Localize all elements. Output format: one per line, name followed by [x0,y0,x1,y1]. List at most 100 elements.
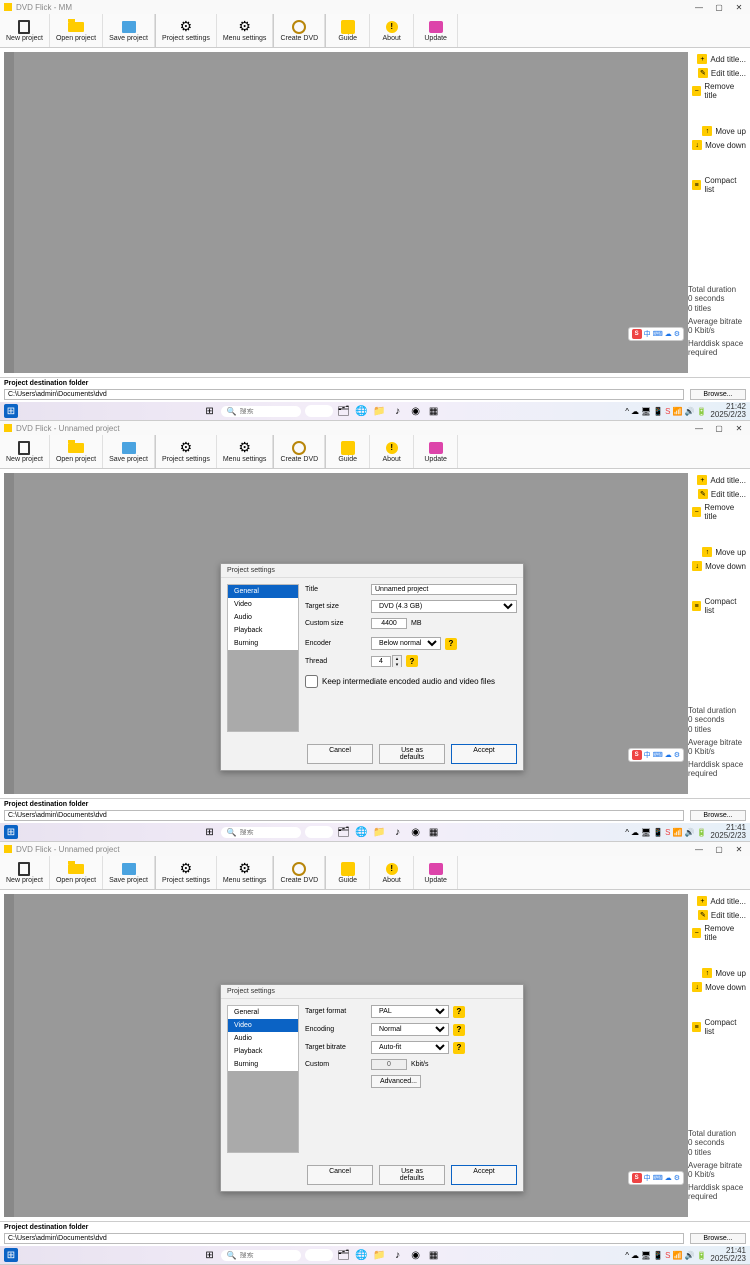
tb-chrome-icon[interactable]: ◉ [409,1248,423,1262]
tab-general[interactable]: General [228,1006,298,1019]
tray-cloud-icon[interactable]: ☁ [631,407,639,416]
ime-tray-overlay[interactable]: S中⌨☁⚙ [628,1171,684,1185]
side-move-up[interactable]: ↑Move up [690,966,748,980]
side-move-down[interactable]: ↓Move down [690,559,748,573]
titles-canvas[interactable]: S中⌨☁⚙ Project settings General Video Aud… [4,894,688,1217]
side-move-down[interactable]: ↓Move down [690,980,748,994]
system-tray[interactable]: ^☁🖥📱S📶🔊🔋 [625,828,706,837]
tb-app-icon[interactable]: ▦ [427,1248,441,1262]
ime-tray-overlay[interactable]: S中⌨☁⚙ [628,748,684,762]
tb-menu-settings[interactable]: ⚙Menu settings [217,435,274,468]
tb-new-project[interactable]: New project [0,14,50,47]
side-compact-list[interactable]: ≡Compact list [690,174,748,196]
tb-edge-icon[interactable]: 🌐 [355,404,369,418]
tab-playback[interactable]: Playback [228,624,298,637]
tb-chrome-icon[interactable]: ◉ [409,404,423,418]
tb-explorer-icon[interactable]: 📁 [373,825,387,839]
cancel-button[interactable]: Cancel [307,1165,373,1185]
search-input[interactable] [240,1252,290,1259]
search-input[interactable] [240,829,290,836]
minimize-button[interactable]: — [692,422,706,434]
tab-burning[interactable]: Burning [228,637,298,650]
tb-project-settings[interactable]: ⚙Project settings [156,14,217,47]
tray-cloud-icon[interactable]: ☁ [631,1251,639,1260]
tb-create-dvd[interactable]: Create DVD [274,435,325,468]
tray-monitor-icon[interactable]: 🖥 [641,407,651,416]
start-menu-icon[interactable]: ⊞ [203,404,217,418]
taskbar-clock[interactable]: 21:422025/2/23 [710,403,746,419]
browse-button[interactable]: Browse... [690,1233,746,1244]
tray-monitor-icon[interactable]: 🖥 [641,1251,651,1260]
help-icon[interactable]: ? [406,655,418,667]
tb-open-project[interactable]: Open project [50,435,103,468]
taskbar-search[interactable]: 🔍 [221,827,301,838]
dest-folder-input[interactable]: C:\Users\admin\Documents\dvd [4,810,684,821]
side-add-title[interactable]: +Add title... [690,473,748,487]
ime-tray-overlay[interactable]: S 中 ⌨ ☁ ⚙ [628,327,684,341]
side-move-down[interactable]: ↓Move down [690,138,748,152]
tb-save-project[interactable]: Save project [103,856,155,889]
tray-battery-icon[interactable]: 🔋 [696,828,706,837]
tb-edge-icon[interactable]: 🌐 [355,1248,369,1262]
tab-video[interactable]: Video [228,1019,298,1032]
tb-tiktok-icon[interactable]: ♪ [391,825,405,839]
tb-new-project[interactable]: New project [0,856,50,889]
start-menu-icon[interactable]: ⊞ [203,1248,217,1262]
tb-app-icon[interactable]: ▦ [427,404,441,418]
use-defaults-button[interactable]: Use as defaults [379,1165,445,1185]
tb-chrome-icon[interactable]: ◉ [409,825,423,839]
dest-folder-input[interactable]: C:\Users\admin\Documents\dvd [4,389,684,400]
side-remove-title[interactable]: −Remove title [690,501,748,523]
taskbar-clock[interactable]: 21:412025/2/23 [710,824,746,840]
side-edit-title[interactable]: ✎Edit title... [690,66,748,80]
dest-folder-input[interactable]: C:\Users\admin\Documents\dvd [4,1233,684,1244]
side-add-title[interactable]: +Add title... [690,52,748,66]
search-input[interactable] [240,408,290,415]
tb-explorer-icon[interactable]: 📁 [373,404,387,418]
advanced-button[interactable]: Advanced... [371,1075,421,1088]
tab-general[interactable]: General [228,585,298,598]
side-remove-title[interactable]: −Remove title [690,922,748,944]
taskbar-search[interactable]: 🔍 [221,406,301,417]
tb-save-project[interactable]: Save project [103,14,155,47]
tray-s-icon[interactable]: S [665,828,670,837]
minimize-button[interactable]: — [692,843,706,855]
tab-playback[interactable]: Playback [228,1045,298,1058]
tray-cloud-icon[interactable]: ☁ [631,828,639,837]
thread-value[interactable]: 4 [371,656,391,667]
tray-volume-icon[interactable]: 🔊 [684,828,694,837]
customsize-input[interactable] [371,618,407,629]
tb-update[interactable]: Update [414,14,458,47]
tray-chevron-icon[interactable]: ^ [625,1251,629,1260]
help-icon[interactable]: ? [453,1024,465,1036]
tray-wifi-icon[interactable]: 📶 [673,407,683,416]
tb-about[interactable]: !About [370,856,414,889]
tb-tiktok-icon[interactable]: ♪ [391,1248,405,1262]
tray-battery-icon[interactable]: 🔋 [696,407,706,416]
encoding-select[interactable]: Normal [371,1023,449,1036]
tb-update[interactable]: Update [414,435,458,468]
tb-guide[interactable]: Guide [326,856,370,889]
maximize-button[interactable]: ▢ [712,843,726,855]
side-edit-title[interactable]: ✎Edit title... [690,487,748,501]
titles-canvas[interactable]: S 中 ⌨ ☁ ⚙ [4,52,688,373]
tray-phone-icon[interactable]: 📱 [653,828,663,837]
tray-chevron-icon[interactable]: ^ [625,407,629,416]
help-icon[interactable]: ? [445,638,457,650]
tb-project-settings[interactable]: ⚙Project settings [156,856,217,889]
thread-stepper[interactable]: 4▴▾ [371,655,402,667]
use-defaults-button[interactable]: Use as defaults [379,744,445,764]
tray-monitor-icon[interactable]: 🖥 [641,828,651,837]
start-button[interactable]: ⊞ [4,825,18,839]
accept-button[interactable]: Accept [451,744,517,764]
tab-video[interactable]: Video [228,598,298,611]
tray-phone-icon[interactable]: 📱 [653,407,663,416]
tray-battery-icon[interactable]: 🔋 [696,1251,706,1260]
side-compact-list[interactable]: ≡Compact list [690,595,748,617]
taskbar-clock[interactable]: 21:412025/2/23 [710,1247,746,1263]
close-button[interactable]: ✕ [732,1,746,13]
tb-guide[interactable]: Guide [326,14,370,47]
side-add-title[interactable]: +Add title... [690,894,748,908]
weather-pill[interactable] [305,826,333,838]
tb-open-project[interactable]: Open project [50,856,103,889]
